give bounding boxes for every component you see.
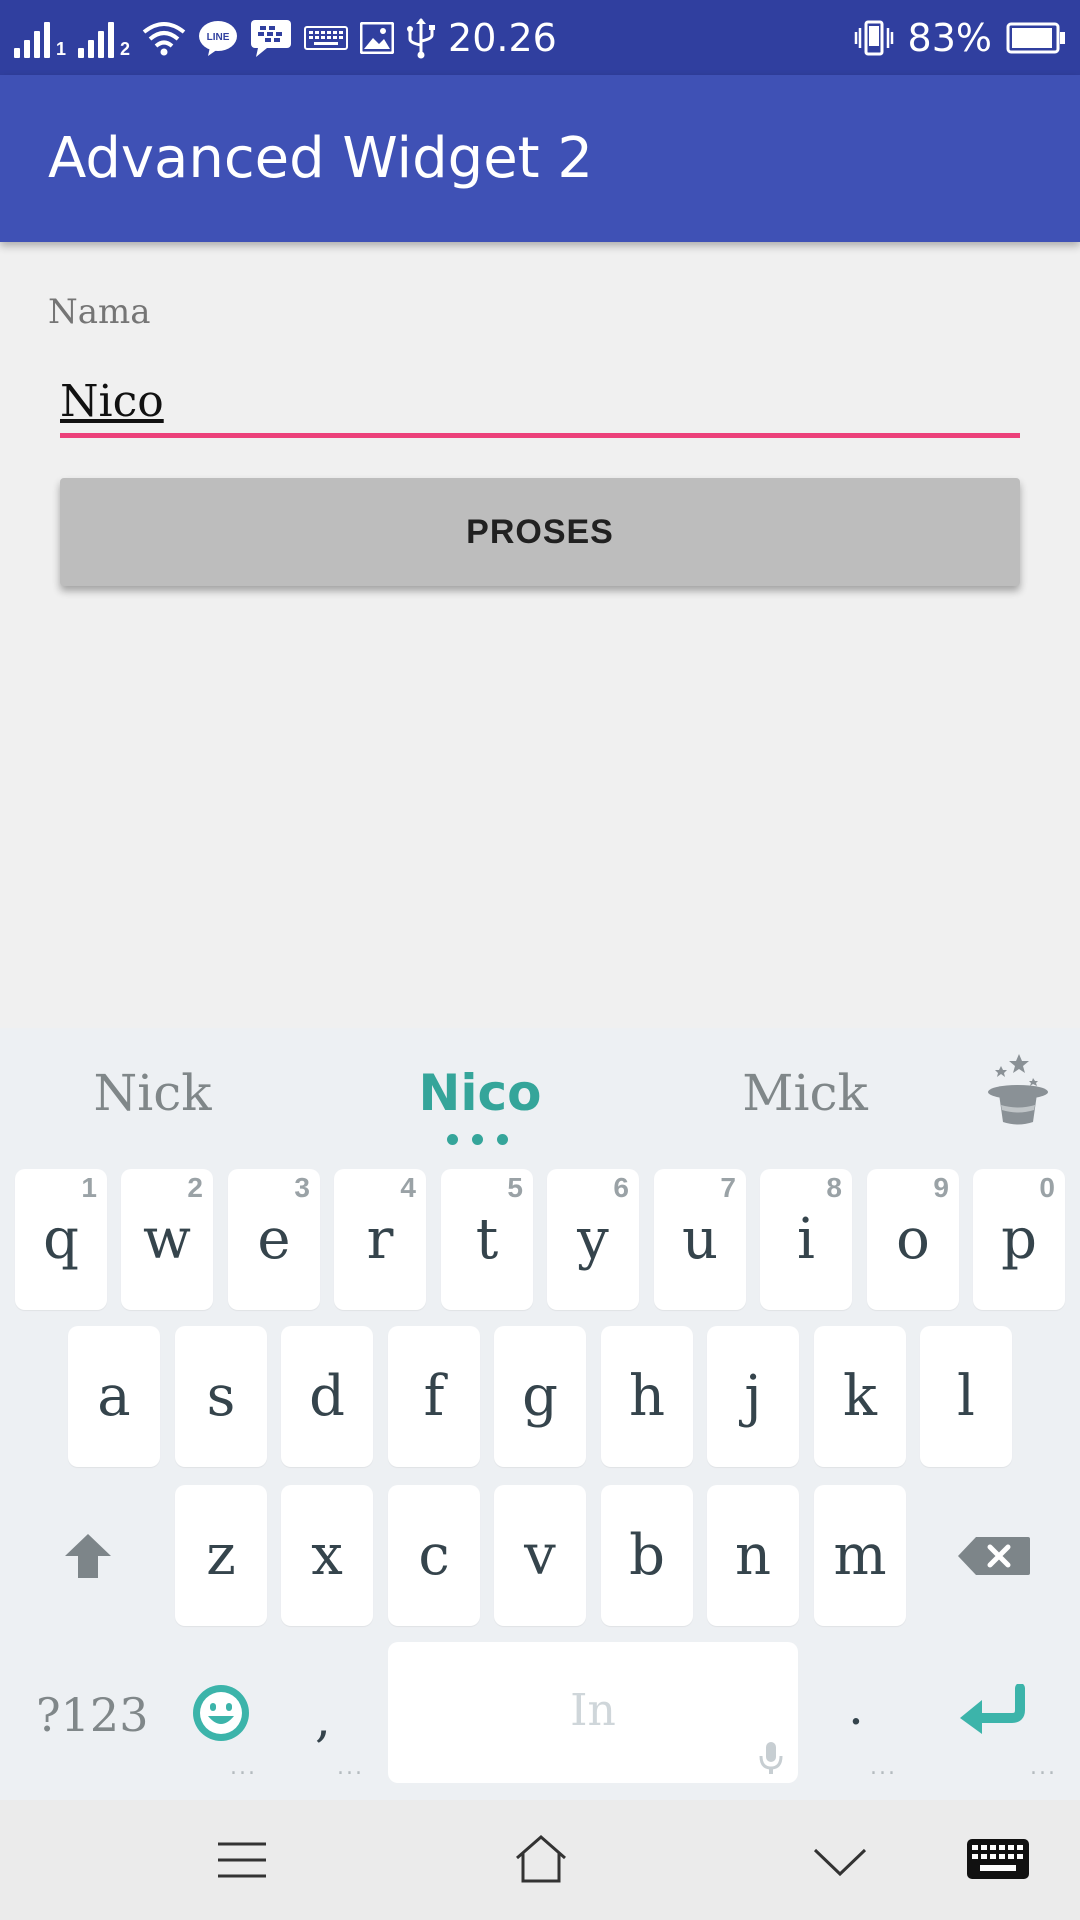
key-l[interactable]: l xyxy=(920,1326,1012,1467)
key-d[interactable]: d xyxy=(281,1326,373,1467)
mic-icon xyxy=(759,1742,783,1774)
key-g[interactable]: g xyxy=(494,1326,586,1467)
key-u[interactable]: 7u xyxy=(654,1169,746,1310)
key-f[interactable]: f xyxy=(388,1326,480,1467)
usb-icon xyxy=(406,17,436,59)
backspace-icon xyxy=(958,1537,1030,1575)
key-m[interactable]: m xyxy=(814,1485,906,1626)
line-app-icon: LINE xyxy=(198,19,238,57)
key-n[interactable]: n xyxy=(707,1485,799,1626)
key-h[interactable]: h xyxy=(601,1326,693,1467)
space-key[interactable]: In xyxy=(388,1642,798,1783)
key-y[interactable]: 6y xyxy=(547,1169,639,1310)
key-e[interactable]: 3e xyxy=(228,1169,320,1310)
home-icon[interactable] xyxy=(514,1834,568,1884)
suggestion-nick[interactable]: Nick xyxy=(0,1028,305,1172)
period-key[interactable]: . xyxy=(848,1678,864,1736)
period-more-dots: ... xyxy=(870,1755,897,1780)
suggestion-more-dots[interactable] xyxy=(447,1134,508,1145)
comma-key[interactable]: , xyxy=(315,1690,331,1748)
sim1-label: 1 xyxy=(56,38,67,59)
key-t[interactable]: 5t xyxy=(441,1169,533,1310)
enter-icon xyxy=(960,1684,1025,1734)
shift-key[interactable] xyxy=(30,1485,146,1626)
emoji-more-dots: ... xyxy=(230,1755,257,1780)
key-i[interactable]: 8i xyxy=(760,1169,852,1310)
key-s[interactable]: s xyxy=(175,1326,267,1467)
signal-sim1-icon: 1 xyxy=(14,18,66,58)
key-w[interactable]: 2w xyxy=(121,1169,213,1310)
app-bar: Advanced Widget 2 xyxy=(0,75,1080,242)
bbm-icon xyxy=(250,18,292,58)
magic-hat-icon[interactable] xyxy=(985,1052,1051,1131)
key-a[interactable]: a xyxy=(68,1326,160,1467)
backspace-key[interactable] xyxy=(934,1485,1054,1626)
battery-icon xyxy=(1006,22,1066,54)
keyboard-icon[interactable] xyxy=(966,1838,1030,1880)
key-j[interactable]: j xyxy=(707,1326,799,1467)
vibrate-icon xyxy=(854,18,894,58)
signal-sim2-icon: 2 xyxy=(78,18,130,58)
suggestion-mick[interactable]: Mick xyxy=(655,1028,955,1172)
key-o[interactable]: 9o xyxy=(867,1169,959,1310)
sim2-label: 2 xyxy=(120,38,131,59)
key-c[interactable]: c xyxy=(388,1485,480,1626)
status-bar: 1 2 LINE 20.26 83% xyxy=(0,0,1080,75)
name-input[interactable]: Nico xyxy=(60,372,1020,432)
shift-icon xyxy=(65,1534,111,1578)
proses-button[interactable]: PROSES xyxy=(60,478,1020,586)
enter-more-dots: ... xyxy=(1030,1755,1057,1780)
key-p[interactable]: 0p xyxy=(973,1169,1065,1310)
comma-more-dots: ... xyxy=(337,1755,364,1780)
name-label: Nama xyxy=(48,292,151,332)
key-v[interactable]: v xyxy=(494,1485,586,1626)
line-app-label: LINE xyxy=(207,32,230,43)
key-k[interactable]: k xyxy=(814,1326,906,1467)
key-q[interactable]: 1q xyxy=(15,1169,107,1310)
key-x[interactable]: x xyxy=(281,1485,373,1626)
key-r[interactable]: 4r xyxy=(334,1169,426,1310)
chevron-down-icon[interactable] xyxy=(812,1846,868,1878)
key-b[interactable]: b xyxy=(601,1485,693,1626)
status-bar-right: 83% xyxy=(854,0,1066,75)
status-bar-left: 1 2 LINE 20.26 xyxy=(14,0,557,75)
wifi-icon xyxy=(142,20,186,56)
keyboard-status-icon xyxy=(304,25,349,51)
app-title: Advanced Widget 2 xyxy=(48,126,594,191)
emoji-icon xyxy=(193,1685,249,1741)
suggestion-nico[interactable]: Nico xyxy=(330,1028,630,1172)
symbols-key[interactable]: ?123 xyxy=(36,1688,148,1742)
name-input-underline xyxy=(60,433,1020,438)
image-icon xyxy=(360,21,395,54)
menu-icon[interactable] xyxy=(216,1840,268,1880)
status-time: 20.26 xyxy=(448,15,557,60)
battery-percent: 83% xyxy=(907,15,992,60)
key-z[interactable]: z xyxy=(175,1485,267,1626)
